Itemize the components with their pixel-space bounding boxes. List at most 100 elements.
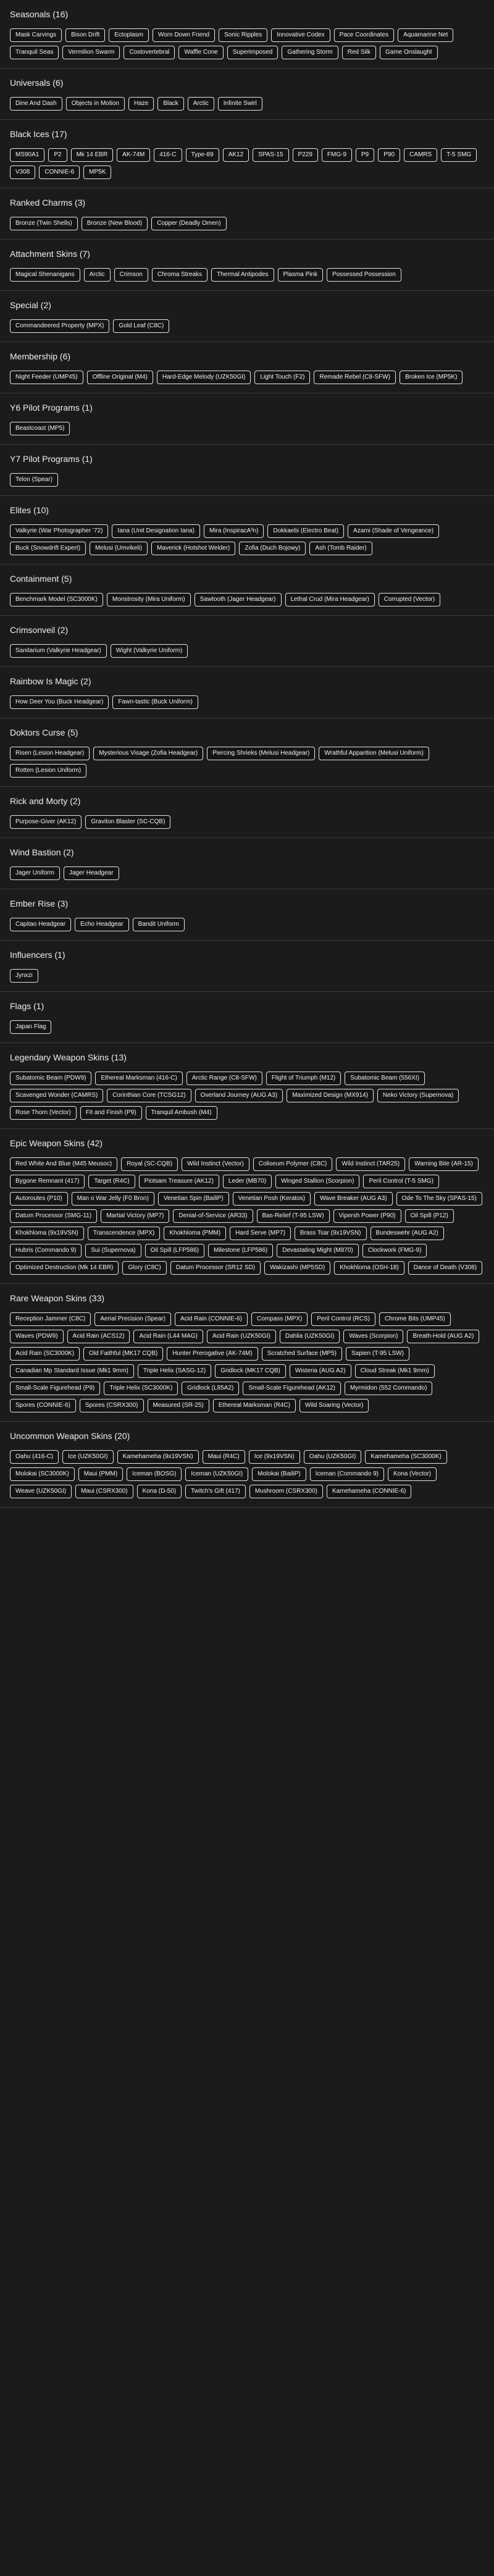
- item-chip[interactable]: Dine And Dash: [10, 97, 62, 111]
- item-chip[interactable]: Echo Headgear: [75, 918, 129, 931]
- item-chip[interactable]: Scratched Surface (MP5): [261, 1347, 342, 1361]
- item-chip[interactable]: Game Onslaught: [379, 46, 438, 59]
- item-chip[interactable]: Ectoplasm: [109, 28, 149, 42]
- item-chip[interactable]: Spores (CONNIE-6): [10, 1399, 76, 1412]
- item-chip[interactable]: P2: [48, 148, 67, 162]
- item-chip[interactable]: P90: [378, 148, 401, 162]
- item-chip[interactable]: Khokhloma (PMM): [164, 1227, 227, 1240]
- item-chip[interactable]: Bronze (New Blood): [81, 217, 148, 230]
- item-chip[interactable]: Warning Bite (AR-15): [409, 1157, 479, 1171]
- item-chip[interactable]: Maximized Design (MX914): [287, 1089, 374, 1102]
- item-chip[interactable]: Target (R4C): [88, 1175, 135, 1188]
- item-chip[interactable]: Ice (9x19VSN): [248, 1450, 300, 1464]
- item-chip[interactable]: Arctic Range (C8-SFW): [186, 1072, 262, 1085]
- item-chip[interactable]: Dance of Death (V308): [408, 1261, 483, 1275]
- item-chip[interactable]: Piotsam Treasure (AK12): [138, 1175, 219, 1188]
- item-chip[interactable]: Leder (MB70): [222, 1175, 272, 1188]
- item-chip[interactable]: Iceman (UZK50GI): [185, 1467, 249, 1481]
- item-chip[interactable]: MS90A1: [10, 148, 45, 162]
- item-chip[interactable]: Telon (Spear): [10, 473, 59, 487]
- item-chip[interactable]: Peril Control (T-5 SMG): [363, 1175, 439, 1188]
- item-chip[interactable]: Clockwork (FMG-9): [362, 1244, 427, 1257]
- item-chip[interactable]: Flight of Triumph (M12): [266, 1072, 341, 1085]
- item-chip[interactable]: Tranquil Seas: [10, 46, 59, 59]
- item-chip[interactable]: Commandeered Property (MPX): [10, 319, 110, 333]
- item-chip[interactable]: Wrathful Apparition (Melusi Uniform): [319, 747, 429, 760]
- item-chip[interactable]: Peril Control (RCS): [311, 1312, 375, 1326]
- item-chip[interactable]: Sonic Ripples: [219, 28, 268, 42]
- item-chip[interactable]: Waves (Scorpion): [343, 1330, 404, 1343]
- item-chip[interactable]: Azami (Shade of Vengeance): [348, 524, 440, 538]
- item-chip[interactable]: Aerial Precision (Spear): [94, 1312, 171, 1326]
- item-chip[interactable]: Graviton Blaster (SC-CQB): [85, 815, 171, 829]
- item-chip[interactable]: Broken Ice (MP5K): [399, 371, 463, 384]
- item-chip[interactable]: Worn Down Friend: [152, 28, 216, 42]
- item-chip[interactable]: Jager Headgear: [63, 866, 119, 880]
- item-chip[interactable]: V308: [10, 166, 36, 179]
- item-chip[interactable]: Subatomic Beam (PDW9): [10, 1072, 92, 1085]
- item-chip[interactable]: T-5 SMG: [441, 148, 477, 162]
- item-chip[interactable]: Gold Leaf (C8C): [113, 319, 170, 333]
- item-chip[interactable]: Red Silk: [341, 46, 376, 59]
- item-chip[interactable]: Measured (SR-25): [147, 1399, 209, 1412]
- item-chip[interactable]: Bundeswehr (AUG A2): [370, 1227, 444, 1240]
- item-chip[interactable]: Capitao Headgear: [10, 918, 72, 931]
- item-chip[interactable]: Transcendence (MPX): [87, 1227, 161, 1240]
- item-chip[interactable]: Acid Rain (L44 MAG): [133, 1330, 203, 1343]
- item-chip[interactable]: Wave Breaker (AUG A3): [314, 1192, 393, 1206]
- item-chip[interactable]: Sanitarium (Valkyrie Headgear): [10, 644, 107, 658]
- item-chip[interactable]: Vipersh Power (P90): [333, 1209, 401, 1223]
- item-chip[interactable]: Benchmark Model (SC3000K): [10, 593, 103, 606]
- item-chip[interactable]: Jynxzi: [10, 969, 38, 983]
- item-chip[interactable]: Buck (Snowdrift Expert): [10, 542, 86, 555]
- item-chip[interactable]: Possessed Possession: [327, 268, 401, 282]
- item-chip[interactable]: Corinthian Core (TCSG12): [107, 1089, 191, 1102]
- item-chip[interactable]: Maui (R4C): [202, 1450, 245, 1464]
- item-chip[interactable]: Mira (InspiracA³n): [203, 524, 264, 538]
- item-chip[interactable]: Venetian Spin (BailiP): [157, 1192, 229, 1206]
- item-chip[interactable]: Royal (SC-CQB): [121, 1157, 178, 1171]
- item-chip[interactable]: Purpose-Giver (AK12): [10, 815, 82, 829]
- item-chip[interactable]: Brass Tsar (9x19VSN): [294, 1227, 367, 1240]
- item-chip[interactable]: Magical Shenanigans: [10, 268, 80, 282]
- item-chip[interactable]: Objects in Motion: [65, 97, 125, 111]
- item-chip[interactable]: Acid Rain (ACS12): [67, 1330, 130, 1343]
- item-chip[interactable]: P229: [292, 148, 318, 162]
- item-chip[interactable]: Type-89: [185, 148, 219, 162]
- item-chip[interactable]: Neko Victory (Supernova): [377, 1089, 459, 1102]
- item-chip[interactable]: Mysterious Visage (Zofia Headgear): [93, 747, 204, 760]
- item-chip[interactable]: Mk 14 EBR: [70, 148, 114, 162]
- item-chip[interactable]: Molokai (BailiP): [252, 1467, 306, 1481]
- item-chip[interactable]: Hubris (Commando 9): [10, 1244, 82, 1257]
- item-chip[interactable]: Monstrosity (Mira Uniform): [106, 593, 191, 606]
- item-chip[interactable]: How Deer You (Buck Headgear): [10, 695, 109, 709]
- item-chip[interactable]: Triple Helix (SC3000K): [104, 1382, 178, 1395]
- item-chip[interactable]: Acid Rain (CONNIE-6): [174, 1312, 248, 1326]
- item-chip[interactable]: Maui (CSRX300): [75, 1485, 133, 1498]
- item-chip[interactable]: Arctic: [83, 268, 111, 282]
- item-chip[interactable]: Khokhloma (OSH-18): [334, 1261, 404, 1275]
- item-chip[interactable]: Waves (PDW9): [10, 1330, 64, 1343]
- item-chip[interactable]: Wight (Valkyrie Uniform): [110, 644, 188, 658]
- item-chip[interactable]: Autoroutes (P10): [10, 1192, 68, 1206]
- item-chip[interactable]: Molokai (SC3000K): [10, 1467, 75, 1481]
- item-chip[interactable]: Sapien (T-95 LSW): [345, 1347, 410, 1361]
- item-chip[interactable]: Breath-Hold (AUG A2): [407, 1330, 480, 1343]
- item-chip[interactable]: CAMRS: [404, 148, 438, 162]
- item-chip[interactable]: Risen (Lesion Headgear): [10, 747, 90, 760]
- item-chip[interactable]: Night Feeder (UMP45): [10, 371, 83, 384]
- item-chip[interactable]: Bygone Remnant (417): [10, 1175, 85, 1188]
- item-chip[interactable]: Compass (MPX): [251, 1312, 308, 1326]
- item-chip[interactable]: P9: [356, 148, 375, 162]
- item-chip[interactable]: Kamehameha (CONNIE-6): [327, 1485, 412, 1498]
- item-chip[interactable]: Beastcoast (MP5): [10, 422, 70, 435]
- item-chip[interactable]: Khokhloma (9x19VSN): [10, 1227, 84, 1240]
- item-chip[interactable]: Sui (Supernova): [85, 1244, 141, 1257]
- item-chip[interactable]: Hard Serve (MP7): [230, 1227, 291, 1240]
- item-chip[interactable]: Iana (Unit Designation Iana): [112, 524, 200, 538]
- item-chip[interactable]: Small-Scale Figurehead (P9): [10, 1382, 101, 1395]
- item-chip[interactable]: Old Faithful (MK17 CQB): [83, 1347, 164, 1361]
- item-chip[interactable]: Tranquil Ambush (M4): [145, 1106, 217, 1120]
- item-chip[interactable]: Man o War Jelly (F0 Bron): [71, 1192, 154, 1206]
- item-chip[interactable]: Innovative Codex: [271, 28, 330, 42]
